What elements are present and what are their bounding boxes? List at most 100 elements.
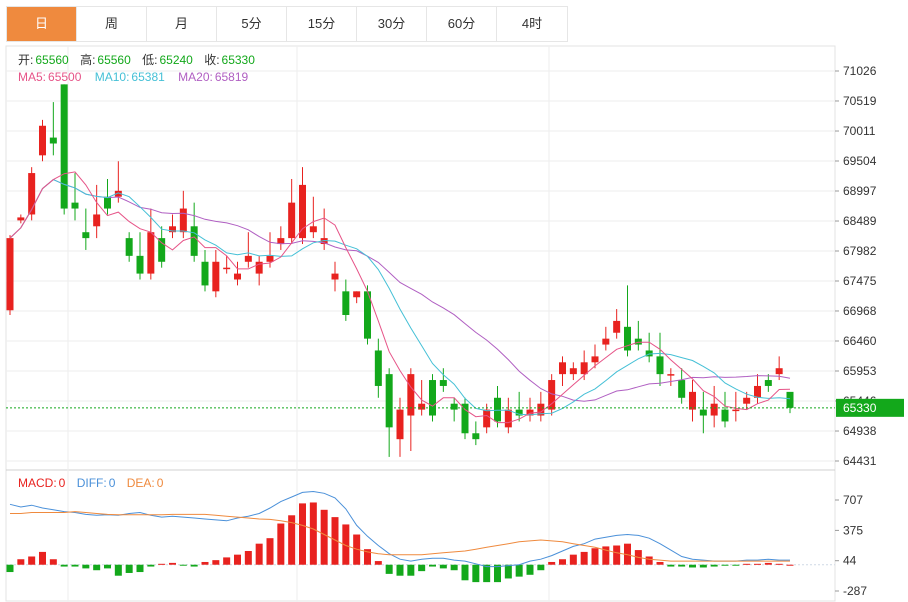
macd-bar [580, 551, 588, 565]
macd-bar [710, 564, 718, 567]
open-label: 开: [18, 53, 34, 67]
macd-bar [147, 564, 155, 567]
macd-bar [374, 561, 382, 565]
diff-value: 0 [108, 476, 116, 490]
candle-body [28, 173, 36, 215]
macd-bar [429, 564, 436, 567]
macd-bar [689, 564, 696, 568]
candle-body [634, 338, 642, 345]
macd-tick-label: -287 [843, 584, 867, 598]
candle-body [223, 267, 231, 270]
candle-body [93, 214, 101, 227]
candle-body [494, 397, 501, 422]
macd-bar [504, 564, 512, 579]
macd-bar [472, 564, 480, 583]
low-value: 65240 [159, 53, 193, 67]
candle-body [331, 273, 339, 280]
macd-bar [786, 564, 794, 566]
macd-bar [407, 564, 415, 576]
price-tick-label: 66968 [843, 304, 877, 318]
macd-bar [591, 548, 599, 565]
macd-bar [537, 564, 545, 571]
macd-bar [320, 509, 328, 565]
dea-value: 0 [156, 476, 164, 490]
macd-bar [483, 564, 491, 583]
macd-bar [548, 561, 556, 565]
macd-bar [212, 560, 220, 565]
macd-bar [136, 564, 144, 573]
macd-bar [158, 563, 166, 565]
macd-bar [179, 564, 187, 566]
macd-bar [450, 564, 458, 571]
macd-bar [721, 564, 729, 566]
macd-bar [494, 564, 501, 583]
macd-bar [49, 559, 57, 565]
chart-frame [5, 45, 836, 602]
candle-body [429, 380, 436, 416]
candle-body [396, 409, 404, 440]
macd-bar [39, 551, 46, 565]
price-tick-label: 68997 [843, 184, 877, 198]
macd-bar [385, 564, 393, 574]
candle-body [6, 238, 14, 311]
candle-body [472, 433, 480, 440]
candle-body [288, 202, 296, 239]
candle-body [125, 238, 133, 256]
macd-bar [299, 503, 306, 565]
ma20-line [9, 179, 791, 402]
diff-line [9, 490, 790, 568]
macd-bar [515, 564, 523, 577]
price-tick-label: 69504 [843, 154, 877, 168]
macd-bar [201, 561, 209, 565]
candle-body [721, 409, 729, 422]
candle-body [136, 255, 144, 274]
open-value: 65560 [35, 53, 69, 67]
candle-body [775, 368, 783, 375]
candle-body [699, 409, 707, 416]
ma5-line [9, 171, 791, 424]
candle-body [580, 362, 588, 375]
macd-tick-label: 375 [843, 523, 863, 537]
candle-body [591, 356, 599, 363]
macd-bar [656, 561, 664, 565]
macd-bar [28, 556, 36, 565]
macd-bar [569, 554, 577, 565]
macd-bar [277, 523, 285, 565]
macd-bar [613, 545, 621, 565]
ohlc-legend: 开: 65560 高: 65560 低: 65240 收: 65330 [18, 51, 257, 68]
candle-body [764, 380, 772, 386]
macd-value: 0 [58, 476, 66, 490]
candle-body [60, 84, 68, 209]
macd-bar [190, 564, 198, 567]
price-tick-label: 71026 [843, 64, 877, 78]
price-tick-label: 70011 [843, 124, 876, 138]
ma-legend: MA5: 65500 MA10: 65381 MA20: 65819 [18, 70, 250, 84]
macd-bar [678, 564, 686, 567]
price-tick-label: 67475 [843, 274, 877, 288]
macd-label: MACD: [18, 476, 57, 490]
low-label: 低: [142, 53, 158, 67]
candle-body [158, 238, 166, 262]
dea-line [10, 511, 790, 562]
ma5-value: 65500 [48, 70, 82, 84]
macd-bar [244, 550, 252, 565]
diff-label: DIFF: [76, 476, 107, 490]
candle-body [212, 261, 220, 292]
macd-bar [418, 564, 426, 572]
macd-bar [255, 543, 263, 565]
macd-bar [667, 564, 675, 567]
price-tick-label: 67982 [843, 244, 877, 258]
macd-bar [223, 557, 231, 565]
candle-body [439, 380, 447, 386]
candle-body [147, 232, 155, 274]
high-value: 65560 [97, 53, 131, 67]
macd-bar [114, 564, 122, 576]
candle-body [667, 374, 675, 376]
candle-body [179, 208, 187, 233]
price-tick-label: 64431 [843, 454, 877, 468]
macd-bar [17, 559, 25, 565]
price-tick-label: 65953 [843, 364, 877, 378]
candlestick-chart[interactable]: 71026 70519 70011 69504 68997 68489 67982 67475… [0, 0, 908, 602]
candle-body [342, 291, 350, 315]
candle-body [39, 125, 46, 156]
